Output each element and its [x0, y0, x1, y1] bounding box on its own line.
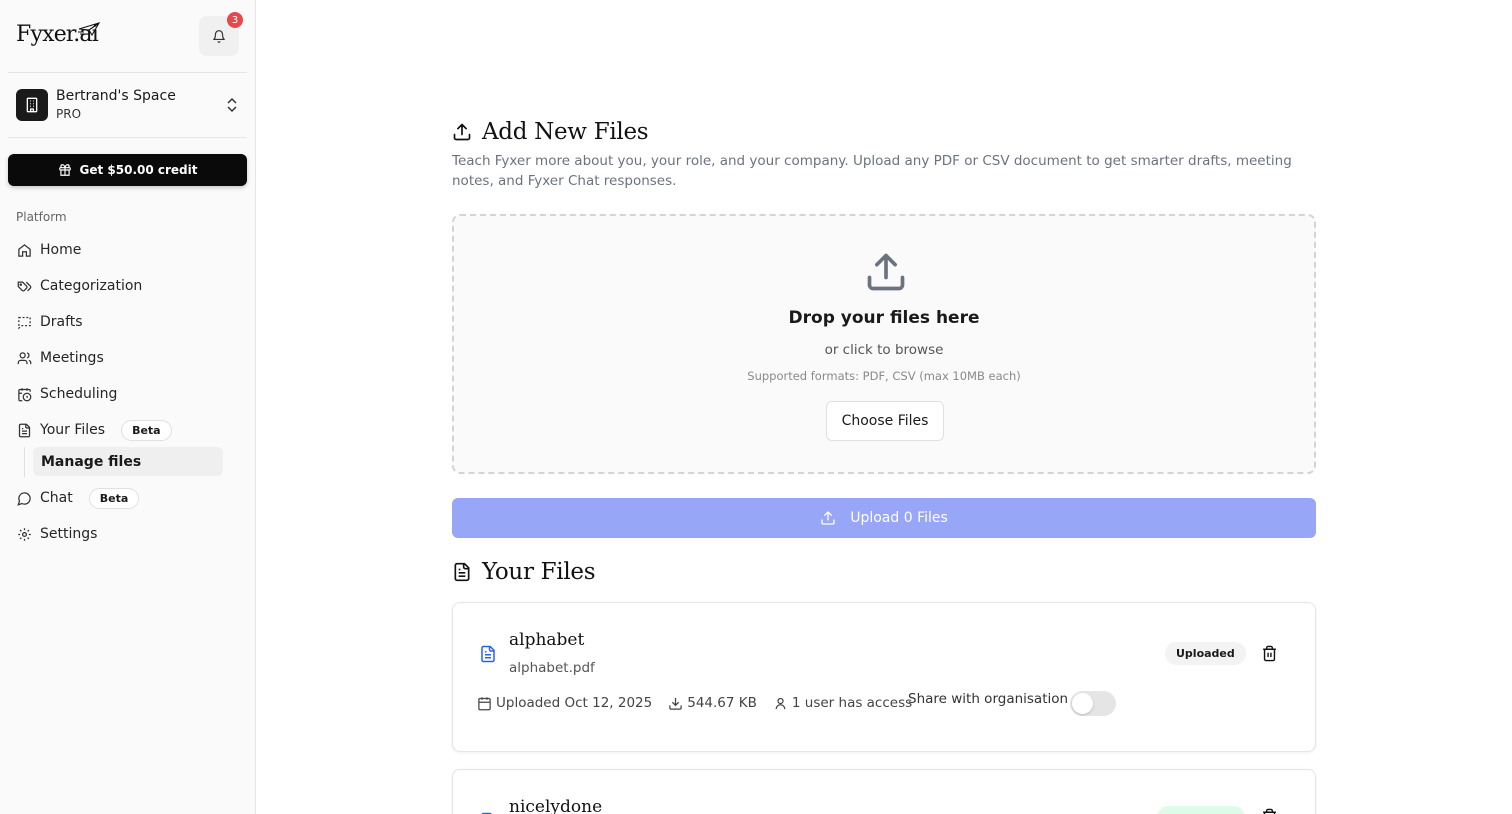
- workspace-switcher[interactable]: Bertrand's Space PRO: [16, 87, 240, 123]
- sidebar-item-label: Home: [40, 242, 82, 258]
- file-access: 1 user has access: [773, 695, 912, 711]
- dropzone-subtitle: or click to browse: [824, 342, 944, 358]
- beta-badge: Beta: [88, 487, 140, 509]
- notifications-button[interactable]: 3: [199, 12, 243, 56]
- file-access-text: 1 user has access: [791, 695, 913, 711]
- get-credit-button[interactable]: Get $50.00 credit: [8, 154, 247, 186]
- file-name: nicelydone: [509, 797, 603, 814]
- divider: [8, 72, 247, 73]
- trash-icon[interactable]: [1261, 645, 1278, 662]
- section-label-platform: Platform: [16, 210, 67, 224]
- section-title-your-files: Your Files: [482, 559, 596, 585]
- file-card: nicelydone: [452, 769, 1316, 814]
- sidebar-item-chat[interactable]: Chat Beta: [16, 482, 240, 514]
- calendar-icon: [478, 696, 491, 710]
- file-text-icon: [16, 422, 32, 438]
- your-files-header: Your Files: [452, 558, 596, 586]
- sidebar-subitem-manage-files[interactable]: Manage files: [33, 447, 223, 476]
- workspace-plan: PRO: [56, 107, 82, 121]
- beta-badge: Beta: [121, 419, 172, 441]
- file-uploaded-date: Uploaded Oct 12, 2025: [477, 695, 652, 711]
- file-icon: [481, 812, 492, 814]
- upload-files-button[interactable]: Upload 0 Files: [452, 498, 1316, 538]
- bell-icon: [213, 29, 225, 43]
- status-badge: Uploaded: [1165, 642, 1246, 665]
- file-name: alphabet: [509, 630, 585, 650]
- dropzone-formats: Supported formats: PDF, CSV (max 10MB ea…: [747, 369, 1021, 383]
- calendar-clock-icon: [16, 386, 32, 402]
- share-toggle[interactable]: [1070, 691, 1116, 716]
- user-icon: [775, 697, 786, 709]
- add-files-description: Teach Fyxer more about you, your role, a…: [452, 153, 1292, 189]
- chevrons-up-down-icon: [227, 97, 237, 113]
- download-icon: [669, 697, 682, 710]
- paper-plane-icon: [78, 22, 100, 36]
- home-icon: [16, 242, 32, 258]
- upload-icon: [453, 123, 471, 141]
- sidebar-item-label: Settings: [40, 526, 98, 542]
- sidebar-item-home[interactable]: Home: [16, 234, 240, 266]
- status-badge: [1157, 806, 1245, 814]
- tags-icon: [16, 278, 32, 294]
- users-icon: [16, 350, 32, 366]
- sidebar-item-settings[interactable]: Settings: [16, 518, 240, 550]
- page-title: Add New Files: [482, 119, 649, 145]
- upload-files-label: Upload 0 Files: [850, 510, 948, 526]
- trash-icon[interactable]: [1261, 808, 1278, 814]
- file-card: alphabet alphabet.pdf Uploaded Oct 12, 2…: [452, 602, 1316, 752]
- file-text-icon: [454, 562, 470, 582]
- file-filename: alphabet.pdf: [509, 660, 595, 676]
- file-dropzone[interactable]: Drop your files here or click to browse …: [452, 214, 1316, 474]
- share-label: Share with organisation: [908, 691, 1069, 707]
- sidebar-item-scheduling[interactable]: Scheduling: [16, 378, 240, 410]
- sidebar-item-label: Drafts: [40, 314, 83, 330]
- toggle-knob: [1072, 693, 1093, 714]
- divider: [8, 137, 247, 138]
- sidebar-item-drafts[interactable]: Drafts: [16, 306, 240, 338]
- sidebar-item-label: Meetings: [40, 350, 104, 366]
- sidebar-item-categorization[interactable]: Categorization: [16, 270, 240, 302]
- sidebar-item-meetings[interactable]: Meetings: [16, 342, 240, 374]
- file-size: 544.67 KB: [668, 695, 757, 711]
- sidebar-item-label: Your Files: [40, 422, 106, 438]
- dropzone-title: Drop your files here: [788, 308, 980, 328]
- file-size-text: 544.67 KB: [687, 695, 757, 711]
- get-credit-label: Get $50.00 credit: [79, 163, 198, 177]
- choose-files-button[interactable]: Choose Files: [826, 401, 944, 441]
- file-uploaded-text: Uploaded Oct 12, 2025: [496, 695, 653, 711]
- file-meta: Uploaded Oct 12, 2025 544.67 KB 1 user h…: [477, 692, 928, 714]
- upload-icon: [867, 253, 905, 291]
- gear-icon: [16, 526, 32, 542]
- sidebar: Fyxer.ai 3 Bertrand's Space PRO Get $50.…: [0, 0, 256, 814]
- add-files-header: Add New Files: [452, 117, 649, 147]
- sidebar-item-your-files[interactable]: Your Files Beta: [16, 414, 240, 446]
- message-circle-icon: [16, 490, 32, 506]
- notification-count-badge: 3: [227, 12, 243, 28]
- workspace-name: Bertrand's Space: [56, 88, 176, 104]
- upload-icon: [821, 511, 835, 525]
- file-icon: [481, 645, 495, 663]
- logo-row: Fyxer.ai 3: [16, 12, 243, 56]
- sidebar-item-label: Scheduling: [40, 386, 118, 402]
- building-icon: [16, 89, 48, 121]
- gift-icon: [58, 164, 71, 176]
- sidebar-item-label: Categorization: [40, 278, 143, 294]
- submenu-line: [24, 447, 25, 477]
- sidebar-item-label: Chat: [40, 490, 73, 506]
- drafts-icon: [16, 314, 32, 330]
